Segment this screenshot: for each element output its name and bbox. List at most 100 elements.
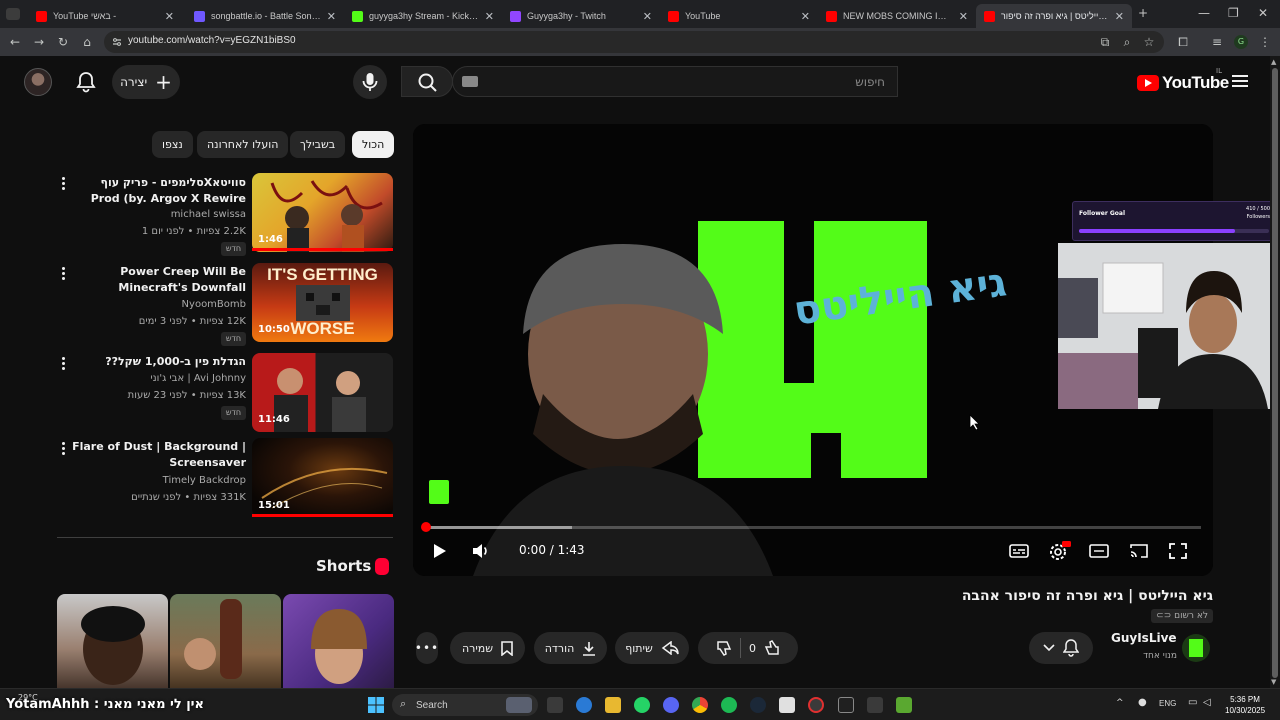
more-actions-button[interactable]: ••• — [415, 632, 438, 664]
short-thumbnail[interactable] — [57, 594, 168, 694]
extensions-icon[interactable]: ⧠ — [1176, 35, 1190, 49]
related-video-title[interactable]: סוויטאXסלימפים - פריק עוף Prod (by. Argo… — [68, 175, 246, 207]
tab-youtube-1[interactable]: YouTube באשי - ✕ — [28, 4, 182, 28]
windows-start-icon[interactable] — [368, 697, 384, 713]
restore-icon[interactable]: ❐ — [1228, 6, 1239, 20]
share-button[interactable]: שיתוף — [615, 632, 689, 664]
address-bar[interactable]: youtube.com/watch?v=yEGZN1biBS0 ⧉ ⌕ ☆ — [104, 31, 1164, 53]
close-tab-icon[interactable]: ✕ — [165, 10, 174, 23]
settings-button[interactable] — [1049, 541, 1071, 561]
bookmark-star-icon[interactable]: ☆ — [1142, 35, 1156, 49]
taskbar-search-box[interactable]: ⌕ Search — [392, 694, 538, 716]
related-video-menu-icon[interactable] — [60, 177, 66, 192]
chip-watched[interactable]: נצפו — [152, 131, 193, 158]
scroll-up-icon[interactable]: ▲ — [1271, 58, 1276, 66]
related-video-title[interactable]: Flare of Dust | Background | Screensaver — [68, 439, 246, 471]
tray-overflow-icon[interactable]: ^ — [1116, 698, 1124, 708]
back-icon[interactable]: ← — [8, 35, 22, 49]
tab-youtube-2[interactable]: YouTube ✕ — [660, 4, 818, 28]
close-window-icon[interactable]: ✕ — [1258, 6, 1268, 20]
reload-icon[interactable]: ↻ — [56, 35, 70, 49]
subtitles-button[interactable] — [1009, 543, 1029, 559]
close-tab-icon[interactable]: ✕ — [327, 10, 336, 23]
like-icon[interactable] — [764, 640, 780, 656]
chip-all[interactable]: הכול — [352, 131, 395, 158]
chrome-icon[interactable] — [692, 697, 708, 713]
related-video-channel[interactable]: NyoomBomb — [182, 299, 246, 310]
minecraft-icon[interactable] — [896, 697, 912, 713]
tab-kick[interactable]: guyyga3hy Stream - Kick Dashbo ✕ — [344, 4, 502, 28]
close-tab-icon[interactable]: ✕ — [959, 10, 968, 23]
related-video-channel[interactable]: אבי ג'וני | Avi Johnny — [150, 373, 246, 384]
new-tab-icon[interactable]: + — [1138, 6, 1148, 20]
channel-name[interactable]: GuyIsLive — [1111, 631, 1177, 645]
account-avatar[interactable] — [24, 68, 52, 96]
tab-current-video[interactable]: גיא הייליטס | גיא ופרה זה סיפור - YouTub… — [976, 4, 1132, 28]
related-video-title[interactable]: Power Creep Will Be Minecraft's Downfall — [68, 264, 246, 296]
obs-icon[interactable] — [808, 697, 824, 713]
whatsapp-icon[interactable] — [634, 697, 650, 713]
edge-icon[interactable] — [576, 697, 592, 713]
tab-songbattle[interactable]: songbattle.io - Battle Songs agains ✕ — [186, 4, 344, 28]
tab-new-mobs[interactable]: NEW MOBS COMING IN... - YouTube ✕ — [818, 4, 976, 28]
tab-twitch[interactable]: Guyyga3hy - Twitch ✕ — [502, 4, 660, 28]
channel-avatar[interactable] — [1182, 634, 1210, 662]
seek-handle[interactable] — [421, 522, 431, 532]
reading-list-icon[interactable]: ≡ — [1210, 35, 1224, 49]
steam-icon[interactable] — [750, 697, 766, 713]
file-explorer-icon[interactable] — [605, 697, 621, 713]
short-thumbnail[interactable] — [170, 594, 281, 694]
subscription-button[interactable] — [1029, 632, 1093, 664]
close-tab-icon[interactable]: ✕ — [801, 10, 810, 23]
related-video-menu-icon[interactable] — [60, 442, 66, 457]
save-button[interactable]: שמירה — [450, 632, 525, 664]
fullscreen-button[interactable] — [1169, 543, 1187, 559]
cast-button[interactable] — [1129, 543, 1149, 559]
related-video-channel[interactable]: Timely Backdrop — [163, 475, 246, 486]
chip-for-you[interactable]: בשבילך — [290, 131, 346, 158]
voice-search-button[interactable] — [353, 65, 387, 99]
short-thumbnail[interactable] — [283, 594, 394, 694]
scrollbar-thumb[interactable] — [1272, 68, 1278, 678]
guide-menu-icon[interactable] — [1232, 75, 1248, 88]
keyboard-icon[interactable] — [462, 76, 478, 87]
seek-bar[interactable] — [421, 522, 1201, 532]
close-tab-icon[interactable]: ✕ — [1115, 10, 1124, 23]
scroll-down-icon[interactable]: ▼ — [1271, 678, 1276, 686]
tab-search-button[interactable] — [6, 8, 20, 20]
zoom-icon[interactable]: ⌕ — [1120, 35, 1134, 49]
dislike-icon[interactable] — [716, 640, 732, 656]
related-video-channel[interactable]: michael swissa — [171, 209, 246, 220]
discord-icon[interactable] — [663, 697, 679, 713]
related-video-title[interactable]: הגדלת פין ב-1,000 שקל?? — [68, 354, 246, 370]
language-indicator[interactable]: ENG — [1159, 699, 1176, 708]
notifications-bell-icon[interactable] — [76, 71, 96, 93]
theater-mode-button[interactable] — [1089, 543, 1109, 559]
search-button[interactable] — [401, 66, 453, 97]
chip-recently-uploaded[interactable]: הועלו לאחרונה — [197, 131, 289, 158]
install-app-icon[interactable]: ⧉ — [1098, 35, 1112, 49]
notepad-icon[interactable] — [779, 697, 795, 713]
related-video-menu-icon[interactable] — [60, 267, 66, 282]
taskbar-clock[interactable]: 5:36 PM 10/30/2025 — [1225, 694, 1265, 716]
related-video-menu-icon[interactable] — [60, 357, 66, 372]
mute-button[interactable] — [472, 543, 490, 559]
site-info-icon[interactable] — [112, 37, 122, 47]
close-tab-icon[interactable]: ✕ — [485, 10, 494, 23]
forward-icon[interactable]: → — [32, 35, 46, 49]
speaker-icon[interactable]: ◁ — [1203, 697, 1211, 708]
spotify-icon[interactable] — [721, 697, 737, 713]
download-button[interactable]: הורדה — [534, 632, 607, 664]
chrome-menu-icon[interactable]: ⋮ — [1258, 35, 1272, 49]
microphone-tray-icon[interactable]: ● — [1138, 697, 1147, 708]
task-view-icon[interactable] — [547, 697, 563, 713]
youtube-logo[interactable]: YouTube IL — [1137, 67, 1229, 93]
app-icon[interactable] — [867, 697, 883, 713]
capcut-icon[interactable] — [838, 697, 854, 713]
play-button[interactable] — [431, 543, 447, 559]
network-icon[interactable]: ▭ — [1188, 697, 1197, 708]
profile-avatar[interactable]: G — [1234, 35, 1248, 49]
create-button[interactable]: יצירה + — [112, 65, 180, 99]
minimize-icon[interactable]: — — [1198, 6, 1210, 20]
search-input[interactable]: חיפוש — [452, 66, 898, 97]
